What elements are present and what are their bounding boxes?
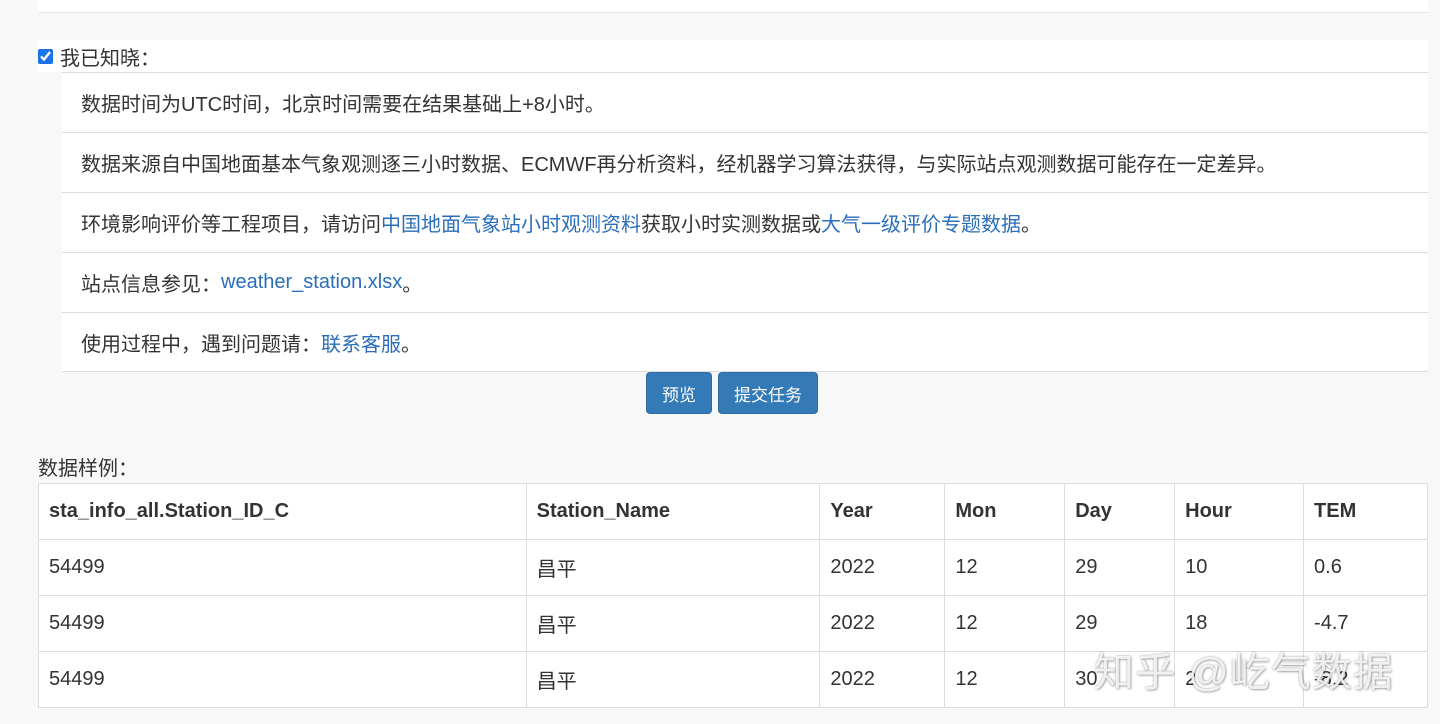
table-cell: 0.6 [1303, 539, 1428, 596]
table-cell: 昌平 [525, 595, 821, 652]
table-cell: 54499 [38, 539, 527, 596]
column-header: TEM [1303, 483, 1428, 540]
acknowledge-label: 我已知晓： [60, 47, 160, 70]
table-cell: -8.2 [1303, 651, 1428, 708]
table-cell: 12 [944, 651, 1066, 708]
table-row: 54499 昌平 2022 12 29 10 0.6 [38, 539, 1428, 596]
table-cell: 54499 [38, 595, 527, 652]
table-header-row: sta_info_all.Station_ID_C Station_Name Y… [38, 483, 1428, 540]
contact-support-link[interactable]: 联系客服 [321, 328, 401, 357]
notice-eia-projects: 环境影响评价等工程项目，请访问 中国地面气象站小时观测资料 获取小时实测数据或 大气一… [62, 192, 1428, 252]
table-cell: 54499 [38, 651, 527, 708]
table-cell: 昌平 [525, 651, 821, 708]
acknowledge-checkbox[interactable] [38, 48, 53, 64]
table-cell: 29 [1064, 595, 1176, 652]
table-cell: 12 [944, 539, 1066, 596]
page: 我已知晓： 数据时间为UTC时间，北京时间需要在结果基础上+8小时。 数据来源自… [0, 0, 1440, 724]
column-header: Mon [944, 483, 1066, 540]
notice-text: 。 [1021, 214, 1041, 236]
table-cell: 10 [1174, 539, 1305, 596]
column-header: Hour [1174, 483, 1305, 540]
notice-text: 使用过程中，遇到问题请： [81, 333, 321, 356]
sample-table: sta_info_all.Station_ID_C Station_Name Y… [38, 483, 1428, 708]
table-cell: 2 [1174, 651, 1305, 708]
notice-support: 使用过程中，遇到问题请： 联系客服。 [62, 312, 1428, 372]
air-evaluation-link[interactable]: 大气一级评价专题数据 [821, 208, 1021, 237]
notice-text: 。 [401, 333, 421, 356]
preview-button[interactable]: 预览 [646, 372, 712, 414]
action-buttons: 预览 提交任务 [646, 372, 818, 414]
table-cell: 2022 [819, 651, 946, 708]
table-cell: 2022 [819, 539, 946, 596]
column-header: Station_Name [525, 483, 821, 540]
notice-text: 数据来源自中国地面基本气象观测逐三小时数据、ECMWF再分析资料，经机器学习算法… [81, 154, 1277, 176]
hourly-observation-link[interactable]: 中国地面气象站小时观测资料 [381, 208, 641, 237]
table-cell: -4.7 [1303, 595, 1428, 652]
table-cell: 2022 [819, 595, 946, 652]
notice-text: 站点信息参见： [81, 274, 221, 296]
notice-text: 。 [402, 274, 423, 296]
table-cell: 18 [1174, 595, 1305, 652]
table-cell: 30 [1064, 651, 1176, 708]
sample-title: 数据样例： [38, 458, 138, 480]
notice-text: 环境影响评价等工程项目，请访问 [81, 214, 381, 236]
notice-text: 获取小时实测数据或 [641, 214, 821, 236]
table-row: 54499 昌平 2022 12 29 18 -4.7 [38, 595, 1428, 652]
submit-task-button[interactable]: 提交任务 [718, 372, 818, 414]
column-header: Day [1064, 483, 1176, 540]
notice-text: 数据时间为UTC时间，北京时间需要在结果基础上+8小时。 [81, 94, 605, 116]
table-row: 54499 昌平 2022 12 30 2 -8.2 [38, 651, 1428, 708]
notice-list: 数据时间为UTC时间，北京时间需要在结果基础上+8小时。 数据来源自中国地面基本… [62, 72, 1428, 372]
station-file-link[interactable]: weather_station.xlsx [221, 271, 402, 294]
top-panel-edge [38, 0, 1428, 13]
table-cell: 昌平 [525, 539, 821, 596]
notice-utc-time: 数据时间为UTC时间，北京时间需要在结果基础上+8小时。 [62, 72, 1428, 132]
notice-data-source: 数据来源自中国地面基本气象观测逐三小时数据、ECMWF再分析资料，经机器学习算法… [62, 132, 1428, 192]
notice-station-info: 站点信息参见： weather_station.xlsx。 [62, 252, 1428, 312]
column-header: Year [819, 483, 946, 540]
table-cell: 12 [944, 595, 1066, 652]
table-cell: 29 [1064, 539, 1176, 596]
column-header: sta_info_all.Station_ID_C [38, 483, 527, 540]
acknowledge-row: 我已知晓： [38, 40, 1428, 72]
